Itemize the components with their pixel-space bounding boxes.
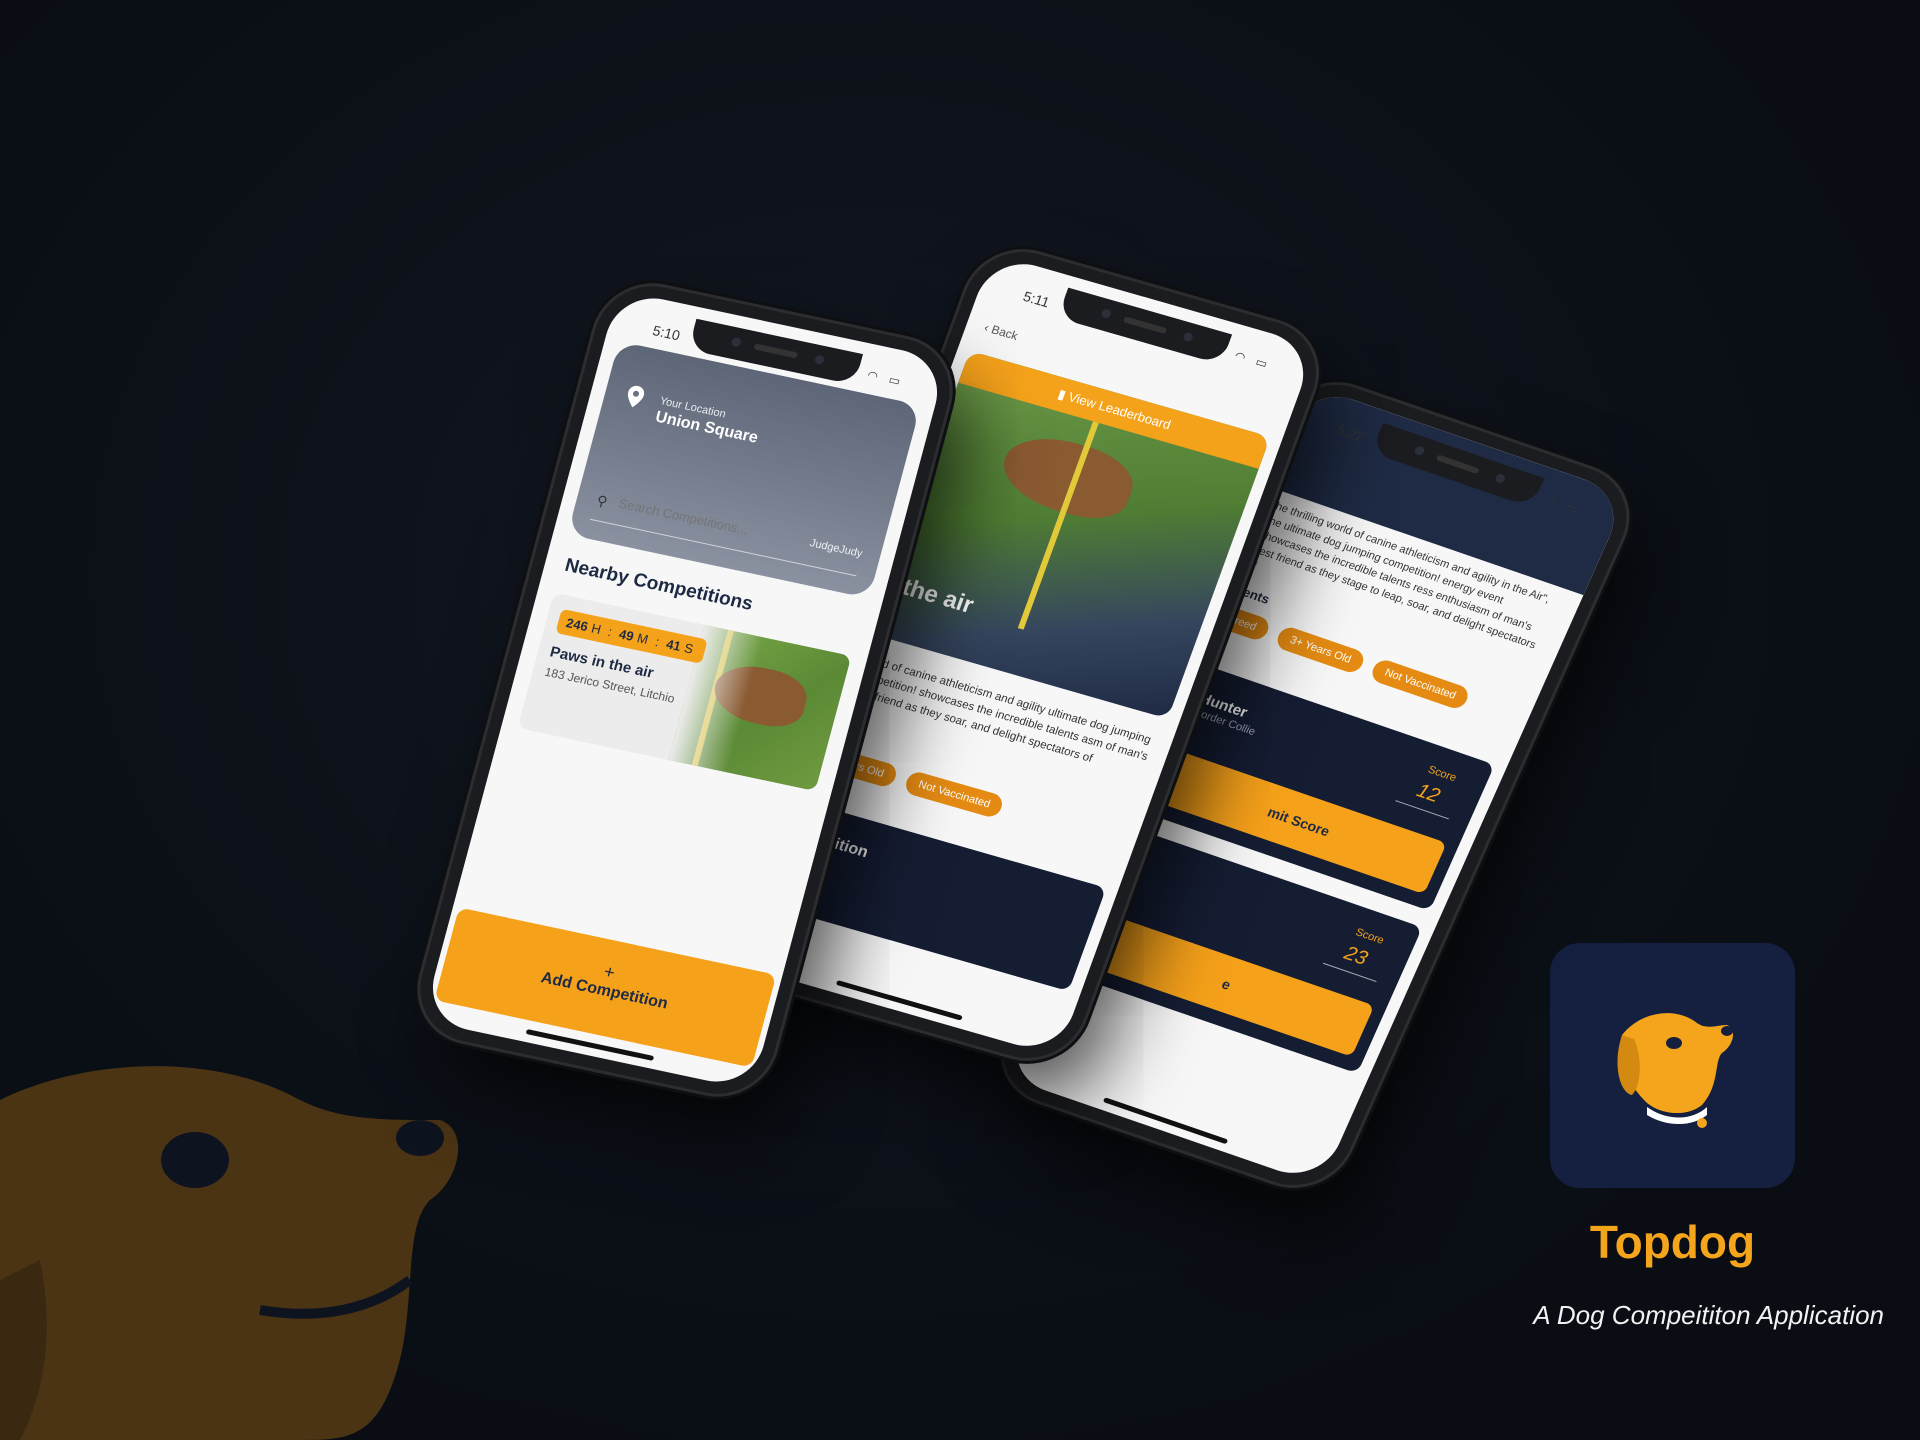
view-leaderboard-button[interactable]: ▮ View Leaderboard [958,350,1271,469]
chart-icon: ▮ [1055,386,1068,403]
brand-name: Topdog [1589,1216,1756,1268]
search-icon: ⚲ [595,492,610,510]
home-indicator [1102,1097,1229,1145]
view-leaderboard-label: View Leaderboard [1066,389,1173,433]
score-label: Score [1426,763,1459,785]
timer-seconds: 41 [664,636,683,654]
score-label: Score [1353,926,1386,947]
timer-hours: 246 [564,615,590,635]
search-input[interactable] [615,494,790,547]
username: JudgeJudy [808,537,864,560]
submit-score-button[interactable]: e [1078,911,1375,1057]
background-dog-silhouette [0,1066,459,1440]
requirement-tag: 3+ Years Old [1274,624,1367,676]
back-button[interactable]: ‹ Back [982,320,1020,343]
requirement-tag: Not Vaccinated [903,769,1006,820]
requirement-tag: Not Vaccinated [1368,657,1472,712]
brand-tagline: A Dog Compeititon Application [1533,1300,1884,1330]
wifi-battery-icon: ◠ ▭ [865,367,906,390]
timer-h-unit: H [589,620,603,637]
competition-card[interactable]: 246H : 49M : 41S Paws in the air 183 Jer… [517,592,852,792]
dog-photo [992,426,1142,529]
status-time: 5:10 [651,322,682,344]
add-competition-button[interactable]: + Add Competition [434,907,777,1068]
timer-m-unit: M [635,630,650,648]
back-label: Back [989,322,1020,343]
dog-head-icon [1617,1013,1734,1128]
location-pin-icon [627,385,645,408]
status-time: 5:11 [1021,288,1052,311]
phone-notch [1057,287,1233,365]
timer-separator: : [606,624,614,640]
app-icon [1550,943,1795,1188]
score-input[interactable]: 12 [1413,780,1443,808]
wifi-battery-icon: ◠ ▭ [1232,348,1274,372]
score-input[interactable]: 23 [1340,942,1371,970]
competition-title: the air [898,573,978,619]
timer-minutes: 49 [617,626,636,644]
timer-s-unit: S [682,640,696,657]
timer-separator: : [653,634,661,650]
home-indicator [835,980,963,1021]
